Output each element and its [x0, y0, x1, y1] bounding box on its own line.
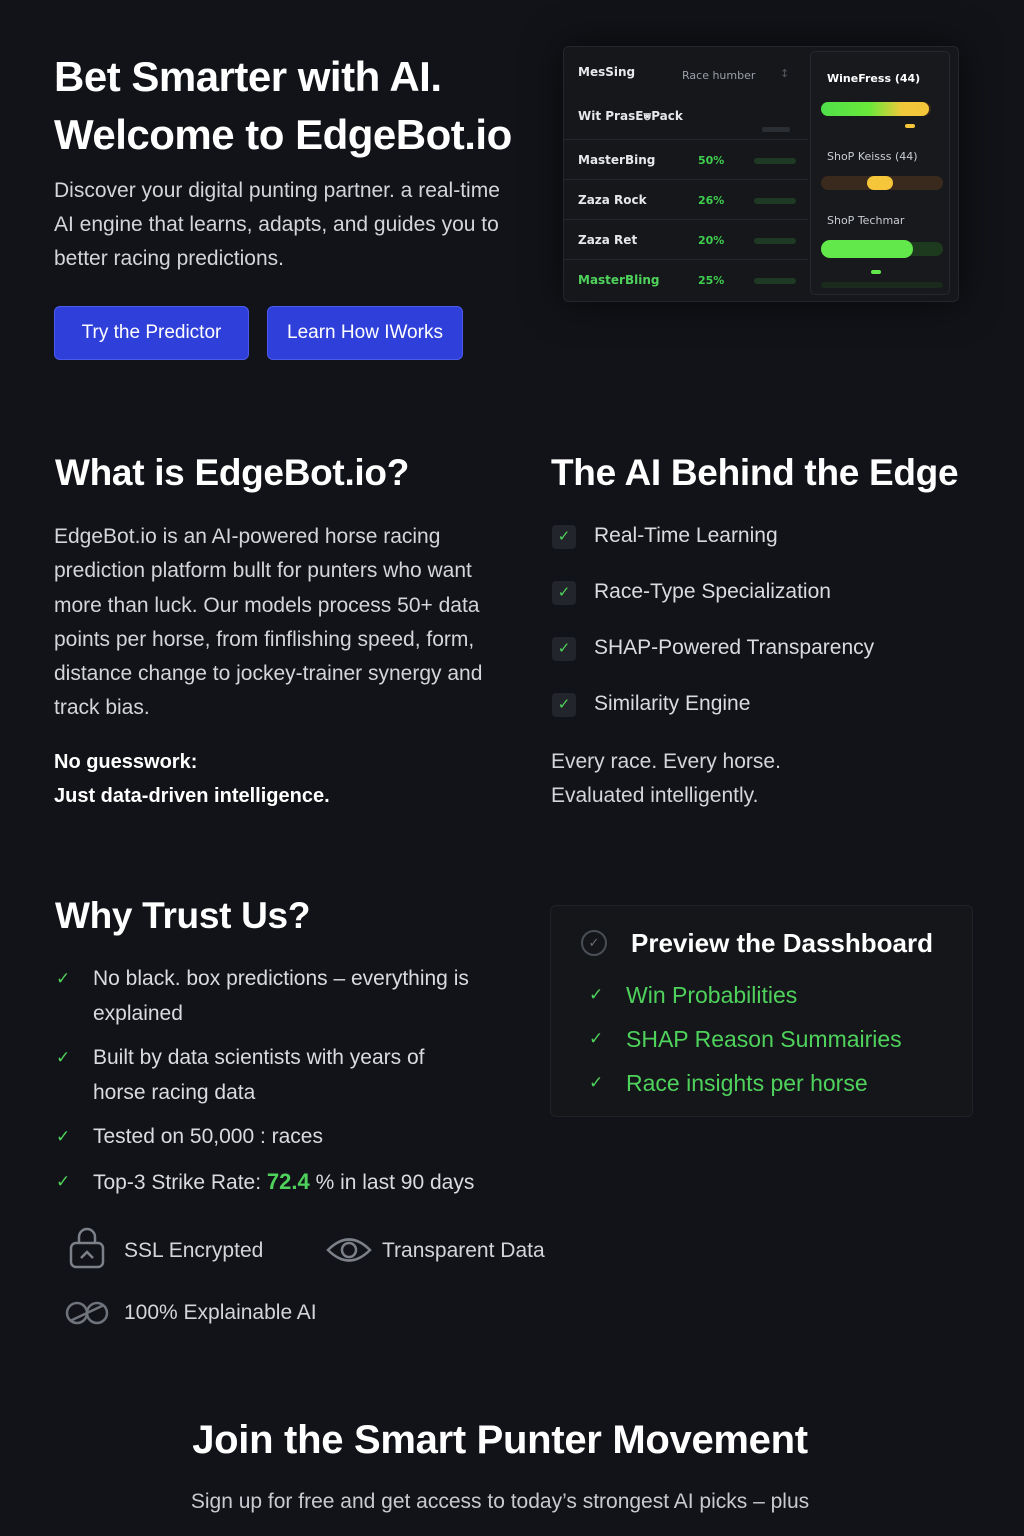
dashboard-race-number-label: Race humber	[682, 69, 756, 82]
trust-item-text: No black. box predictions – everything i…	[93, 967, 469, 1025]
ai-feature-item: ✓ SHAP-Powered Transparency	[552, 630, 982, 686]
ai-feature-label: SHAP-Powered Transparency	[594, 636, 875, 659]
panel-label: ShoP Keisss (44)	[827, 150, 918, 163]
trust-item: ✓ Tested on 50,000 : races	[56, 1120, 536, 1155]
ai-tagline-line1: Every race. Every horse.	[551, 750, 781, 773]
ai-feature-item: ✓ Race-Type Specialization	[552, 574, 982, 630]
horse-name: MasterBling	[578, 273, 660, 287]
check-circle-icon: ✓	[581, 930, 607, 956]
ai-behind-title: The AI Behind the Edge	[551, 452, 959, 493]
ai-feature-label: Race-Type Specialization	[594, 580, 831, 603]
horse-name: Zaza Ret	[578, 233, 638, 247]
ai-tagline-line2: Evaluated intelligently.	[551, 784, 759, 807]
horse-bar	[754, 278, 796, 284]
check-icon: ✓	[589, 985, 604, 1004]
check-icon: ✓	[552, 525, 576, 549]
panel-bar	[821, 102, 929, 116]
join-text: Sign up for free and get access to today…	[190, 1490, 810, 1513]
dashboard-row: MasterBling 25%	[564, 259, 808, 299]
no-guesswork-line2: Just data-driven intelligence.	[54, 785, 330, 807]
preview-dashboard-title: Preview the Dasshboard	[631, 928, 933, 958]
hero-title-line2: Welcome to EdgeBot.io	[54, 111, 512, 158]
dashboard-row: MasterBing 50%	[564, 139, 808, 179]
check-icon: ✓	[56, 1171, 71, 1191]
dashboard-table: MesSing Race humber ↕ Wit PrasE⩐Pack Mas…	[564, 47, 808, 303]
explainable-ai-badge: 100% Explainable AI	[124, 1301, 317, 1324]
panel-label: WineFress (44)	[827, 72, 921, 85]
trust-item-text: Tested on 50,000 : races	[93, 1125, 323, 1148]
dashboard-row: Zaza Ret 20%	[564, 219, 808, 259]
infinity-icon	[65, 1301, 109, 1325]
learn-how-button[interactable]: Learn How IWorks	[267, 306, 463, 360]
check-icon: ✓	[552, 581, 576, 605]
horse-name: Zaza Rock	[578, 193, 647, 207]
no-guesswork-line1: No guesswork:	[54, 751, 198, 773]
ai-feature-label: Real-Time Learning	[594, 524, 778, 547]
ai-feature-item: ✓ Similarity Engine	[552, 686, 982, 742]
join-title: Join the Smart Punter Movement	[192, 1418, 808, 1462]
preview-feature-item: ✓ Win Probabilities	[589, 978, 902, 1022]
preview-dashboard-card[interactable]: ✓ Preview the Dasshboard ✓ Win Probabili…	[550, 905, 973, 1117]
dashboard-subheader-bar	[762, 127, 790, 132]
panel-label: ShoP Techmar	[827, 214, 905, 227]
horse-bar	[754, 198, 796, 204]
check-icon: ✓	[56, 969, 71, 988]
ai-feature-list: ✓ Real-Time Learning ✓ Race-Type Special…	[552, 518, 982, 742]
dashboard-header-label: MesSing	[578, 65, 636, 79]
preview-feature-item: ✓ Race insights per horse	[589, 1066, 902, 1110]
strike-rate-prefix: Top-3 Strike Rate:	[93, 1170, 267, 1194]
check-icon: ✓	[552, 637, 576, 661]
sort-icon: ↕	[780, 67, 790, 80]
panel-bar	[867, 176, 893, 190]
trust-item: ✓ Built by data scientists with years of…	[56, 1041, 456, 1110]
preview-feature-list: ✓ Win Probabilities ✓ SHAP Reason Summai…	[589, 978, 902, 1110]
dashboard-preview-image: MesSing Race humber ↕ Wit PrasE⩐Pack Mas…	[563, 46, 959, 302]
dashboard-subheader: Wit PrasE⩐Pack	[578, 109, 683, 123]
check-icon: ✓	[56, 1048, 71, 1067]
horse-name: MasterBing	[578, 153, 656, 167]
preview-feature-label: Race insights per horse	[626, 1070, 868, 1096]
ai-feature-label: Similarity Engine	[594, 692, 751, 715]
panel-bar	[821, 240, 913, 258]
hero-title-line1: Bet Smarter with AI.	[54, 53, 442, 100]
lock-icon	[69, 1227, 105, 1269]
why-trust-title: Why Trust Us?	[55, 895, 311, 936]
horse-percent: 20%	[698, 234, 725, 247]
dashboard-side-panel: WineFress (44) ShoP Keisss (44) ShoP Tec…	[810, 51, 950, 295]
trust-item: ✓ No black. box predictions – everything…	[56, 962, 496, 1031]
ai-feature-item: ✓ Real-Time Learning	[552, 518, 982, 574]
check-icon: ✓	[589, 1073, 604, 1092]
ssl-encrypted-badge: SSL Encrypted	[124, 1239, 264, 1262]
check-icon: ✓	[552, 693, 576, 717]
hero-title: Bet Smarter with AI. Welcome to EdgeBot.…	[54, 48, 534, 164]
no-guesswork-statement: No guesswork: Just data-driven intellige…	[54, 745, 474, 813]
horse-percent: 25%	[698, 274, 725, 287]
trust-item-strike-rate: ✓ Top-3 Strike Rate: 72.4 % in last 90 d…	[56, 1165, 536, 1201]
panel-marker	[871, 270, 881, 274]
panel-track	[821, 282, 943, 288]
transparent-data-badge: Transparent Data	[382, 1239, 545, 1262]
eye-icon	[326, 1238, 372, 1262]
horse-percent: 50%	[698, 154, 725, 167]
try-predictor-button[interactable]: Try the Predictor	[54, 306, 249, 360]
preview-feature-label: SHAP Reason Summairies	[626, 1026, 902, 1052]
preview-feature-label: Win Probabilities	[626, 982, 798, 1008]
horse-bar	[754, 158, 796, 164]
hero-description: Discover your digital punting partner. a…	[54, 179, 500, 270]
check-icon: ✓	[589, 1029, 604, 1048]
dashboard-row: Zaza Rock 26%	[564, 179, 808, 219]
strike-rate-value: 72.4	[266, 1168, 310, 1194]
horse-bar	[754, 238, 796, 244]
trust-list: ✓ No black. box predictions – everything…	[56, 962, 536, 1210]
trust-item-text: Built by data scientists with years of h…	[93, 1046, 425, 1104]
panel-marker	[905, 124, 915, 128]
preview-feature-item: ✓ SHAP Reason Summairies	[589, 1022, 902, 1066]
ai-tagline: Every race. Every horse. Evaluated intel…	[551, 745, 971, 813]
check-icon: ✓	[56, 1127, 71, 1146]
horse-percent: 26%	[698, 194, 725, 207]
what-is-text: EdgeBot.io is an AI-powered horse racing…	[54, 525, 483, 720]
strike-rate-suffix: % in last 90 days	[309, 1170, 475, 1194]
what-is-title: What is EdgeBot.io?	[55, 452, 410, 493]
